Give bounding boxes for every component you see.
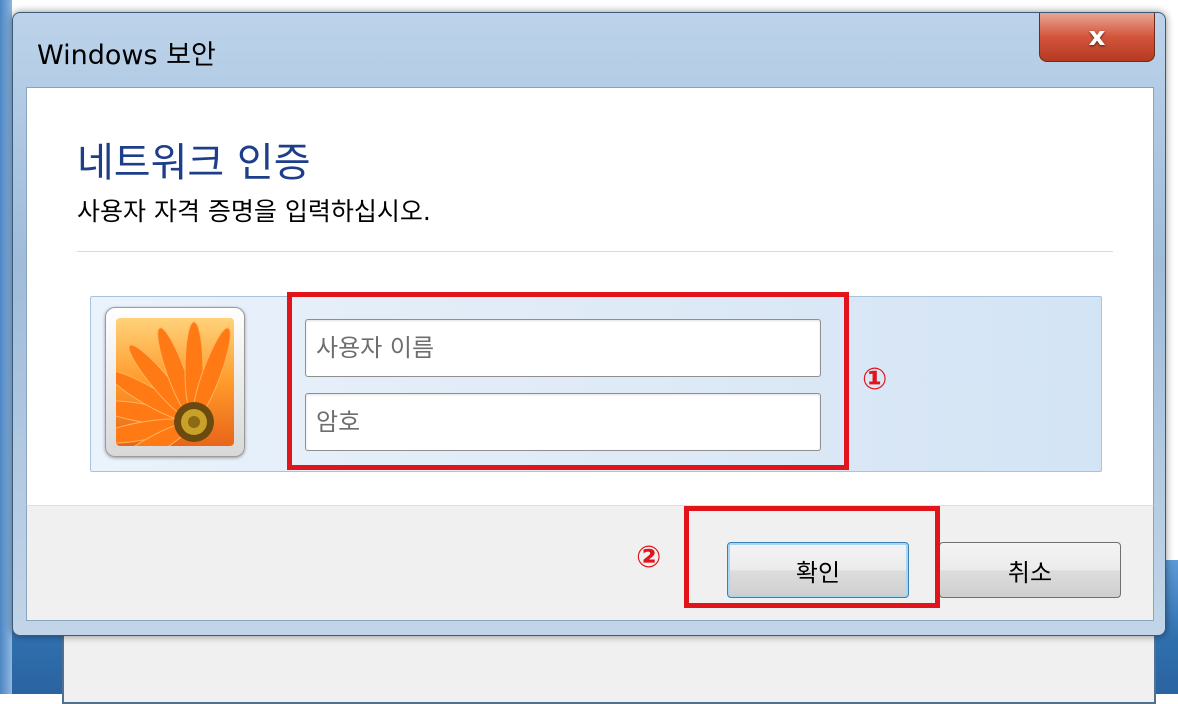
- divider: [77, 251, 1113, 252]
- flower-user-tile-icon: [105, 307, 245, 457]
- close-button[interactable]: x: [1039, 13, 1155, 62]
- dialog-subheading: 사용자 자격 증명을 입력하십시오.: [77, 197, 431, 226]
- annotation-box-ok: [684, 506, 940, 608]
- dialog-footer: 확인 취소: [26, 505, 1154, 621]
- annotation-step-2: ②: [636, 540, 662, 575]
- window-title: Windows 보안: [37, 40, 216, 71]
- annotation-step-1: ①: [862, 362, 888, 397]
- annotation-box-credentials: [287, 292, 849, 470]
- cancel-button[interactable]: 취소: [939, 542, 1121, 598]
- close-icon: x: [1088, 22, 1106, 52]
- dialog-heading: 네트워크 인증: [77, 140, 311, 186]
- background-window-edge: [0, 0, 12, 694]
- title-bar[interactable]: Windows 보안 x: [13, 13, 1165, 83]
